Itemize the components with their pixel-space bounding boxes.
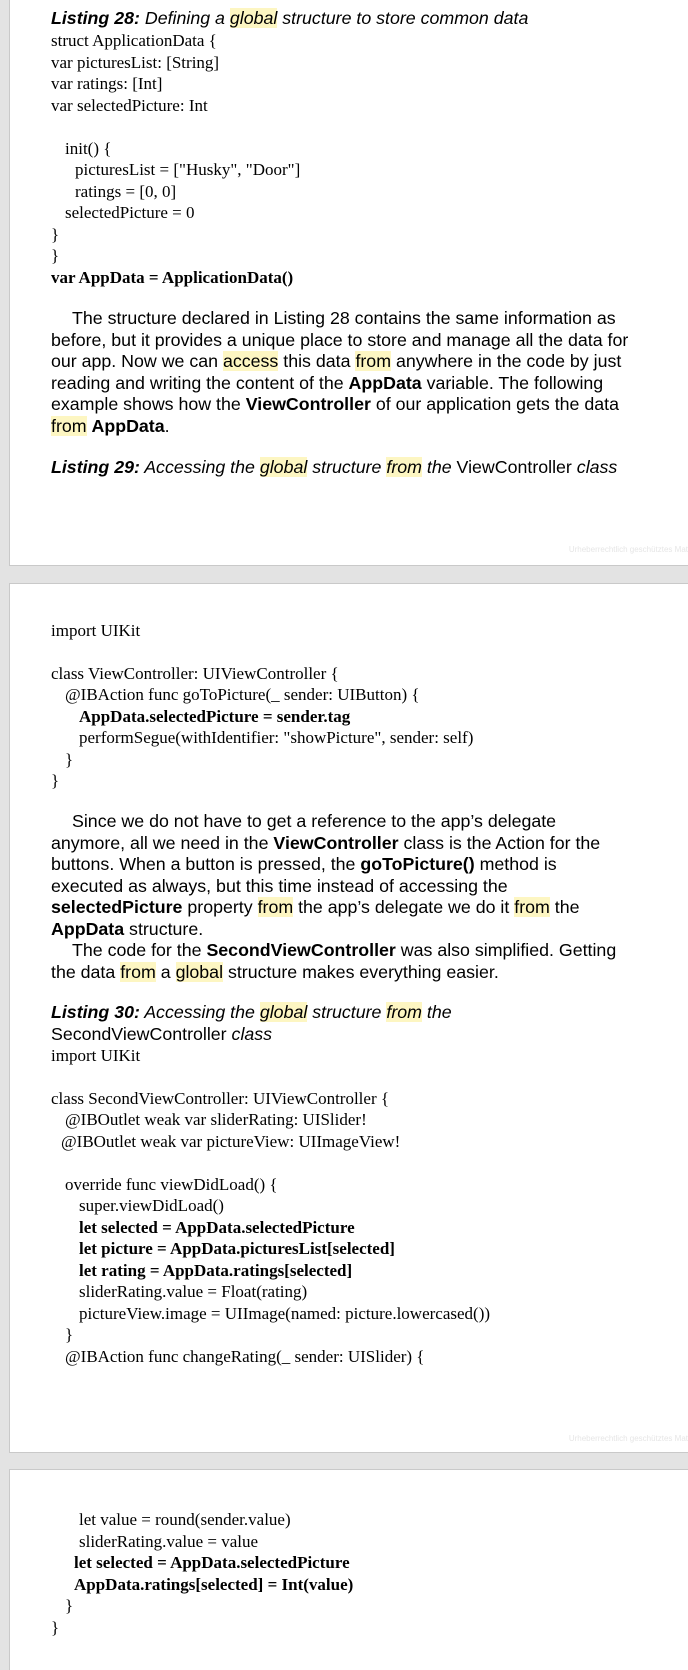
- code-line: @IBAction func changeRating(_ sender: UI…: [65, 1347, 425, 1366]
- page-3: let value = round(sender.value) sliderRa…: [10, 1470, 688, 1670]
- code-line: }: [51, 225, 60, 244]
- listing-30-caption-cont: SecondViewController class: [51, 1024, 273, 1044]
- paragraph-line: example shows how the ViewController of …: [51, 394, 619, 414]
- code-line: var picturesList: [String]: [51, 53, 220, 72]
- code-line: AppData.ratings[selected] = Int(value): [74, 1575, 354, 1594]
- paragraph-line: The code for the SecondViewController wa…: [72, 940, 617, 960]
- code-line: performSegue(withIdentifier: "showPictur…: [79, 728, 474, 747]
- code-line: let selected = AppData.selectedPicture: [74, 1553, 350, 1572]
- code-line: }: [51, 1618, 60, 1637]
- watermark: Urheberrechtlich geschütztes Mat: [568, 1434, 688, 1443]
- code-line: sliderRating.value = Float(rating): [79, 1282, 308, 1301]
- code-line: import UIKit: [51, 1046, 141, 1065]
- code-line: sliderRating.value = value: [79, 1532, 259, 1551]
- paragraph-line: from AppData.: [51, 416, 170, 436]
- code-line: }: [51, 246, 60, 265]
- code-line: class ViewController: UIViewController {: [51, 664, 339, 683]
- code-line: super.viewDidLoad(): [79, 1196, 224, 1215]
- code-line: }: [51, 771, 60, 790]
- paragraph-line: executed as always, but this time instea…: [51, 876, 508, 896]
- code-line: }: [65, 1596, 74, 1615]
- watermark: Urheberrechtlich geschütztes Mat: [568, 545, 688, 554]
- code-line: let picture = AppData.picturesList[selec…: [79, 1239, 395, 1258]
- code-line: pictureView.image = UIImage(named: pictu…: [79, 1304, 491, 1323]
- paragraph-line: the data from a global structure makes e…: [51, 962, 499, 982]
- code-line: @IBOutlet weak var pictureView: UIImageV…: [61, 1132, 401, 1151]
- paragraph-line: reading and writing the content of the A…: [51, 373, 604, 393]
- code-line: var AppData = ApplicationData(): [51, 268, 294, 287]
- code-line: }: [65, 750, 74, 769]
- paragraph-line: our app. Now we can access this data fro…: [51, 351, 622, 371]
- listing-29-caption: Listing 29: Accessing the global structu…: [51, 457, 618, 477]
- code-line: picturesList = ["Husky", "Door"]: [75, 160, 301, 179]
- code-line: var selectedPicture: Int: [51, 96, 208, 115]
- code-line: AppData.selectedPicture = sender.tag: [79, 707, 351, 726]
- listing-30-caption: Listing 30: Accessing the global structu…: [51, 1002, 452, 1022]
- page-2: import UIKit class ViewController: UIVie…: [10, 584, 688, 1452]
- code-line: }: [65, 1325, 74, 1344]
- code-line: let value = round(sender.value): [79, 1510, 291, 1529]
- paragraph-line: before, but it provides a unique place t…: [51, 330, 629, 350]
- code-line: selectedPicture = 0: [65, 203, 195, 222]
- code-line: class SecondViewController: UIViewContro…: [51, 1089, 390, 1108]
- code-line: ratings = [0, 0]: [75, 182, 177, 201]
- code-line: @IBOutlet weak var sliderRating: UISlide…: [65, 1110, 367, 1129]
- paragraph-line: selectedPicture property from the app’s …: [51, 897, 580, 917]
- paragraph-line: anymore, all we need in the ViewControll…: [51, 833, 601, 853]
- listing-28-caption: Listing 28: Defining a global structure …: [51, 8, 529, 28]
- code-line: override func viewDidLoad() {: [65, 1175, 278, 1194]
- page-1: Listing 28: Defining a global structure …: [10, 0, 688, 565]
- paragraph-line: Since we do not have to get a reference …: [72, 811, 557, 831]
- paragraph-line: The structure declared in Listing 28 con…: [72, 308, 616, 328]
- paragraph-line: AppData structure.: [51, 919, 204, 939]
- code-line: import UIKit: [51, 621, 141, 640]
- code-line: struct ApplicationData {: [51, 31, 217, 50]
- code-line: @IBAction func goToPicture(_ sender: UIB…: [65, 685, 420, 704]
- code-line: let selected = AppData.selectedPicture: [79, 1218, 355, 1237]
- code-line: var ratings: [Int]: [51, 74, 163, 93]
- code-line: let rating = AppData.ratings[selected]: [79, 1261, 353, 1280]
- code-line: init() {: [65, 139, 112, 158]
- paragraph-line: buttons. When a button is pressed, the g…: [51, 854, 557, 874]
